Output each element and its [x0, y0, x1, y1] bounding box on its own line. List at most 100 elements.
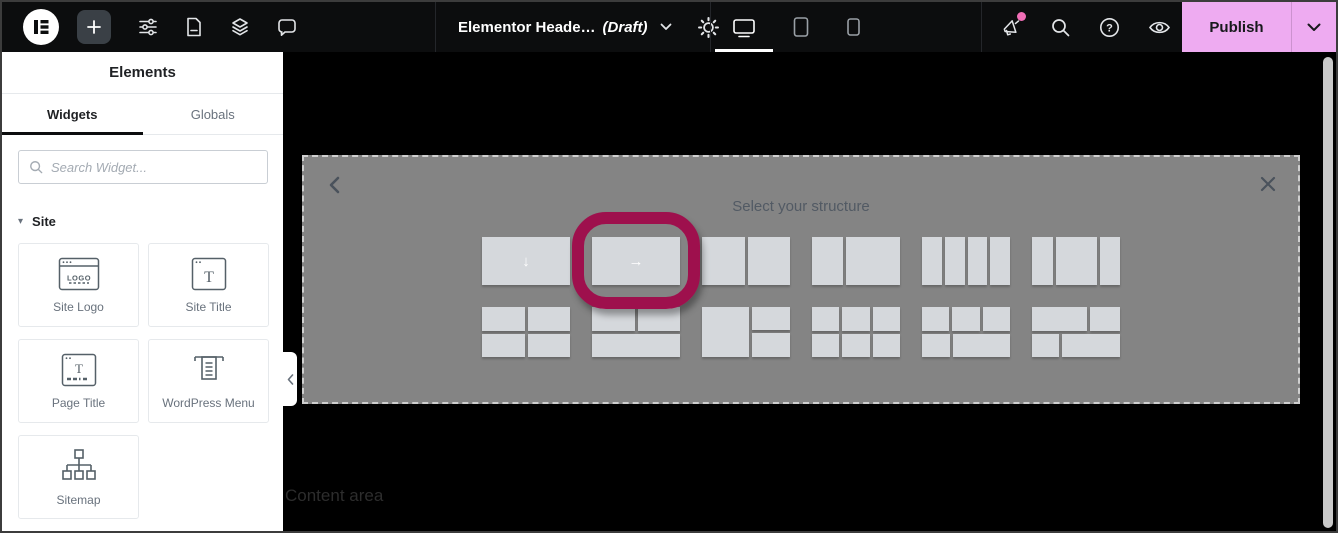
preset-cell: [945, 237, 965, 285]
site-settings-button[interactable]: [138, 17, 158, 37]
preset-cell: [990, 237, 1010, 285]
preset-cell: [752, 333, 790, 357]
toolbar-left-group: [2, 2, 297, 52]
document-switcher-chevron-icon[interactable]: [660, 23, 672, 31]
device-tablet-button[interactable]: [792, 2, 810, 52]
preset-grid-row: [812, 334, 900, 358]
wordpress-menu-icon: [189, 353, 229, 387]
preset-grid-row: [592, 334, 680, 358]
preset-cell: [842, 334, 869, 358]
preset-grid-row: [1032, 334, 1120, 358]
responsive-device-segment: [710, 2, 982, 52]
preset-cell: [482, 307, 525, 331]
widget-card-page-title[interactable]: T Page Title: [18, 339, 139, 423]
publish-options-button[interactable]: [1292, 2, 1336, 52]
structure-preset-flex-direction-column[interactable]: ↓: [482, 237, 570, 285]
layers-icon: [230, 17, 250, 37]
preset-grid-row: [1032, 237, 1120, 285]
structure-preset-columns-25-25-25-25[interactable]: [922, 237, 1010, 285]
publish-button-group: Publish: [1182, 2, 1336, 52]
structure-preset-grid-2x2[interactable]: [482, 307, 570, 357]
elementor-logo[interactable]: [23, 9, 59, 45]
widget-card-label: Sitemap: [56, 493, 100, 507]
tab-globals[interactable]: Globals: [143, 94, 284, 134]
add-element-button[interactable]: [77, 10, 111, 44]
device-mobile-button[interactable]: [846, 2, 861, 52]
preset-cell: [846, 237, 900, 285]
structure-preset-grid-left-tall-2-right[interactable]: [702, 307, 790, 357]
preset-cell: [983, 307, 1010, 331]
widget-card-site-logo[interactable]: LOGO Site Logo: [18, 243, 139, 327]
panel-collapse-handle[interactable]: [283, 352, 297, 406]
widget-card-wordpress-menu[interactable]: WordPress Menu: [148, 339, 269, 423]
structure-preset-columns-50-50[interactable]: [702, 237, 790, 285]
toolbar-icon-group: [138, 17, 297, 37]
structure-preset-columns-36-64[interactable]: [812, 237, 900, 285]
preset-cell: [873, 307, 900, 331]
tab-widgets[interactable]: Widgets: [2, 94, 143, 134]
preset-cell: [528, 334, 571, 358]
whats-new-button[interactable]: [1001, 17, 1022, 38]
structure-preset-grid-65-35-top-32-68-bottom[interactable]: [1032, 307, 1120, 357]
device-desktop-button[interactable]: [732, 2, 756, 52]
content-area-label: Content area: [285, 486, 383, 506]
search-icon: [1050, 17, 1071, 38]
elementor-editor-window: Elementor Heade… (Draft): [0, 0, 1338, 533]
preset-cell: [638, 307, 681, 331]
help-button[interactable]: ?: [1099, 17, 1120, 38]
search-icon: [29, 160, 43, 174]
structure-preset-grid-3x2[interactable]: [812, 307, 900, 357]
document-status-badge: (Draft): [603, 19, 648, 36]
preset-cell: [1032, 334, 1059, 358]
widget-search-input[interactable]: [51, 160, 257, 175]
editor-canvas[interactable]: Content area Select your structure ↓→: [283, 52, 1336, 531]
preset-cell: [968, 237, 988, 285]
preset-cell: [922, 237, 942, 285]
structure-preset-grid-2-top-1-bottom[interactable]: [592, 307, 680, 357]
widget-card-label: Page Title: [52, 396, 105, 410]
comment-bubble-icon: [277, 18, 297, 37]
preset-cell: [922, 334, 950, 358]
publish-button[interactable]: Publish: [1182, 2, 1291, 52]
preset-cell: [922, 307, 949, 331]
dialog-back-button[interactable]: [328, 176, 340, 199]
structure-button[interactable]: [230, 17, 250, 37]
dialog-close-button[interactable]: [1260, 176, 1276, 197]
utility-icon-segment: ?: [982, 2, 1186, 52]
site-section-toggle[interactable]: ▾ Site: [18, 214, 267, 229]
svg-text:LOGO: LOGO: [66, 273, 90, 282]
elementor-logo-icon: [30, 16, 52, 38]
preset-cell: [702, 307, 749, 357]
sitemap-icon: [60, 448, 98, 484]
svg-text:T: T: [75, 361, 83, 376]
chevron-left-icon: [328, 176, 340, 194]
preset-grid-row: [922, 334, 1010, 358]
canvas-scrollbar[interactable]: [1323, 57, 1333, 528]
preset-cell: [528, 307, 571, 331]
widget-search-box[interactable]: [18, 150, 268, 184]
preset-cell: [592, 334, 680, 358]
preset-cell: [1032, 237, 1053, 285]
preset-cell: →: [592, 237, 680, 285]
structure-presets-row-2: [482, 307, 1120, 357]
widget-card-site-title[interactable]: T Site Title: [148, 243, 269, 327]
mobile-icon: [846, 16, 861, 38]
widget-card-sitemap[interactable]: Sitemap: [18, 435, 139, 519]
close-icon: [1260, 176, 1276, 192]
preset-cell: [873, 334, 900, 358]
document-title[interactable]: Elementor Heade…: [458, 19, 596, 36]
preset-grid-row: [812, 307, 900, 331]
structure-preset-flex-direction-row[interactable]: →: [592, 237, 680, 285]
svg-text:T: T: [204, 269, 214, 286]
page-settings-button[interactable]: [185, 17, 203, 37]
preset-cell: [1032, 307, 1087, 331]
panel-tabs: Widgets Globals: [2, 94, 283, 135]
structure-preset-columns-25-50-25[interactable]: [1032, 237, 1120, 285]
notes-button[interactable]: [277, 18, 297, 37]
preset-cell: [812, 237, 843, 285]
finder-search-button[interactable]: [1050, 17, 1071, 38]
preset-cell: [952, 307, 979, 331]
preview-button[interactable]: [1148, 17, 1171, 38]
site-title-icon: T: [188, 257, 230, 291]
structure-preset-grid-3-top-33-67-bottom[interactable]: [922, 307, 1010, 357]
